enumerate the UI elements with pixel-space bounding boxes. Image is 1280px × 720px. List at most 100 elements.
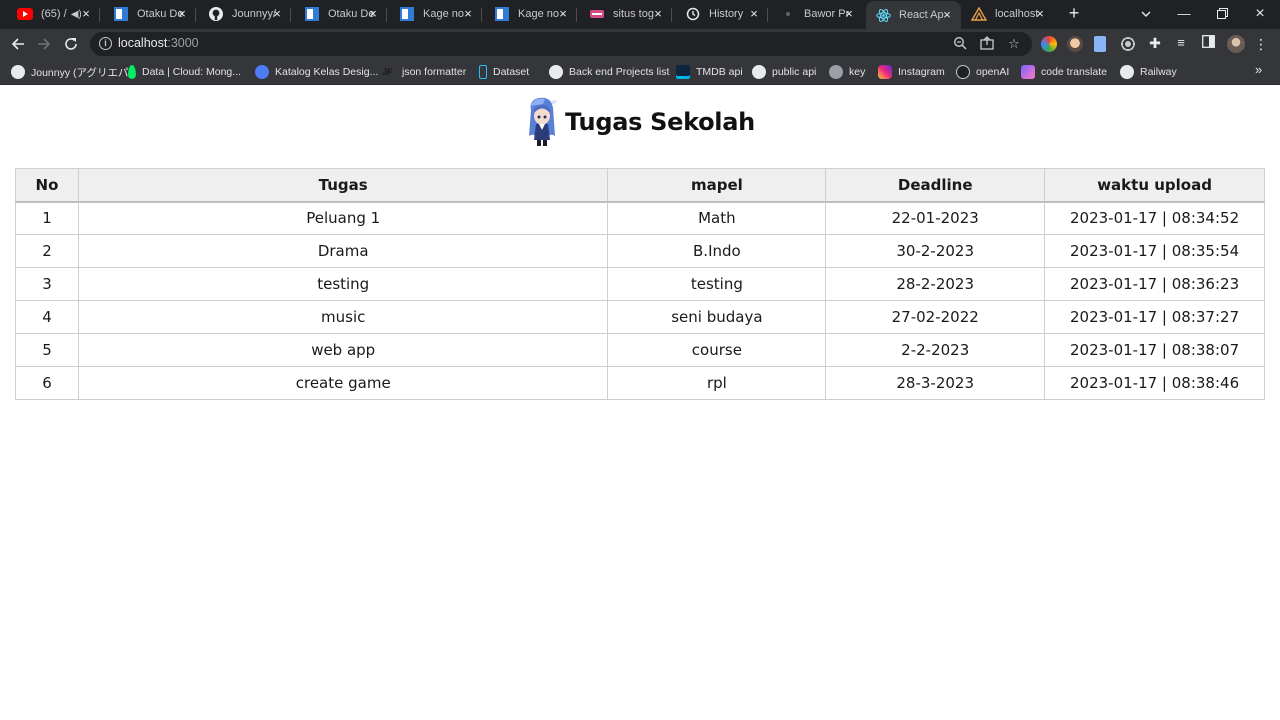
bookmark-item[interactable]: Instagram	[878, 64, 945, 80]
bookmark-label: public api	[772, 66, 817, 78]
bookmark-label: key	[849, 66, 866, 78]
bookmark-item[interactable]: openAI	[956, 64, 1009, 80]
tab-kage-no[interactable]: Kage no ×	[390, 0, 482, 28]
cell-upload: 2023-01-17 | 08:37:27	[1044, 300, 1265, 334]
share-icon[interactable]	[979, 36, 995, 52]
cell-no: 5	[15, 333, 79, 367]
tab-search-chevron-icon[interactable]	[1138, 6, 1154, 22]
side-panel-icon[interactable]	[1200, 35, 1216, 51]
close-tab-icon[interactable]: ×	[556, 7, 570, 21]
bookmark-label: code translate	[1041, 66, 1107, 78]
cell-no: 2	[15, 234, 79, 268]
tab-title: Kage no	[423, 8, 464, 20]
docs-extension-icon[interactable]	[1094, 36, 1106, 52]
media-control-icon[interactable]: ≡	[1173, 35, 1189, 51]
minimize-button[interactable]: —	[1174, 4, 1194, 24]
otakudesu-icon	[113, 6, 129, 22]
bookmark-label: TMDB api	[696, 66, 743, 78]
table-row: 1 Peluang 1 Math 22-01-2023 2023-01-17 |…	[15, 201, 1265, 235]
table-header-row: No Tugas mapel Deadline waktu upload	[15, 168, 1265, 203]
back-button[interactable]	[8, 34, 28, 54]
bookmark-label: openAI	[976, 66, 1010, 78]
close-window-button[interactable]: ×	[1250, 4, 1270, 24]
bookmark-item[interactable]: key	[829, 64, 865, 80]
new-tab-button[interactable]: +	[1064, 4, 1084, 24]
bookmark-item[interactable]: JF json formatter	[382, 64, 466, 80]
profile-avatar[interactable]	[1227, 35, 1245, 53]
target-extension-icon[interactable]	[1120, 36, 1136, 52]
bookmark-star-icon[interactable]: ☆	[1006, 36, 1022, 52]
extensions-puzzle-icon[interactable]: ✚	[1147, 35, 1163, 51]
tab-github[interactable]: Jounnyy/ ×	[199, 0, 291, 28]
bookmark-label: Instagram	[898, 66, 945, 78]
maximize-button[interactable]	[1212, 4, 1232, 24]
bookmark-item[interactable]: Back end Projects list	[549, 64, 669, 80]
address-bar[interactable]: i localhost:3000 ☆	[90, 32, 1032, 56]
tab-youtube[interactable]: (65) / ◀) ×	[8, 0, 100, 28]
tab-otakudesu-2[interactable]: Otaku De ×	[295, 0, 387, 28]
column-header-mapel: mapel	[607, 168, 827, 203]
close-tab-icon[interactable]: ×	[79, 7, 93, 21]
bookmark-item[interactable]: Jounnyy (アグリエパ)	[11, 64, 132, 80]
bookmark-label: Dataset	[493, 66, 530, 78]
close-tab-icon[interactable]: ×	[940, 8, 954, 22]
bookmark-item[interactable]: Data | Cloud: Mong...	[128, 64, 241, 80]
cell-mapel: testing	[607, 267, 827, 301]
otakudesu-icon	[304, 6, 320, 22]
tab-separator	[195, 8, 196, 22]
cell-mapel: Math	[607, 201, 827, 235]
tab-otakudesu[interactable]: Otaku De ×	[104, 0, 196, 28]
cell-tugas: web app	[77, 333, 609, 367]
cell-tugas: music	[77, 300, 609, 334]
color-picker-extension-icon[interactable]	[1041, 36, 1057, 52]
url-host: localhost	[118, 36, 168, 50]
address-url: localhost:3000	[118, 36, 199, 50]
tab-bawor[interactable]: Bawor Pr ×	[771, 0, 863, 28]
bookmark-item[interactable]: Railway	[1120, 64, 1177, 80]
bookmark-item[interactable]: Katalog Kelas Desig...	[255, 64, 378, 80]
close-tab-icon[interactable]: ×	[1033, 7, 1047, 21]
cell-mapel: course	[607, 333, 827, 367]
tab-title: situs tog	[613, 8, 654, 20]
tab-react-app[interactable]: React Ap ×	[866, 1, 961, 29]
close-tab-icon[interactable]: ×	[270, 7, 284, 21]
tab-separator	[576, 8, 577, 22]
github-icon	[549, 65, 563, 79]
github-icon	[11, 65, 25, 79]
tab-situs[interactable]: situs tog ×	[580, 0, 672, 28]
cell-tugas: Peluang 1	[77, 201, 609, 235]
bookmark-item[interactable]: Dataset	[479, 64, 529, 80]
cell-upload: 2023-01-17 | 08:38:46	[1044, 366, 1265, 400]
tab-localhost[interactable]: localhost ×	[962, 0, 1054, 28]
avatar-extension-icon[interactable]	[1067, 36, 1083, 52]
bookmark-label: Railway	[1140, 66, 1177, 78]
close-tab-icon[interactable]: ×	[461, 7, 475, 21]
close-tab-icon[interactable]: ×	[747, 7, 761, 21]
tab-title: React Ap	[899, 9, 944, 21]
otakudesu-icon	[494, 6, 510, 22]
cell-tugas: Drama	[77, 234, 609, 268]
tab-history[interactable]: History ×	[676, 0, 768, 28]
close-tab-icon[interactable]: ×	[366, 7, 380, 21]
close-tab-icon[interactable]: ×	[842, 7, 856, 21]
forward-button[interactable]	[34, 34, 54, 54]
browser-menu-icon[interactable]: ⋮	[1254, 34, 1268, 54]
key-icon	[829, 65, 843, 79]
cell-upload: 2023-01-17 | 08:35:54	[1044, 234, 1265, 268]
reload-button[interactable]	[61, 34, 81, 54]
zoom-icon[interactable]	[952, 36, 968, 52]
site-info-icon[interactable]: i	[99, 37, 112, 50]
close-tab-icon[interactable]: ×	[651, 7, 665, 21]
bookmark-item[interactable]: code translate	[1021, 64, 1107, 80]
bookmark-item[interactable]: public api	[752, 64, 816, 80]
cell-no: 3	[15, 267, 79, 301]
tab-title: History	[709, 8, 744, 20]
tab-kage-no-2[interactable]: Kage no ×	[485, 0, 577, 28]
more-bookmarks-icon[interactable]: »	[1255, 62, 1262, 77]
railway-icon	[1120, 65, 1134, 79]
tab-title: Kage no	[518, 8, 559, 20]
bookmark-item[interactable]: TMDB api	[676, 64, 743, 80]
close-tab-icon[interactable]: ×	[175, 7, 189, 21]
cell-mapel: B.Indo	[607, 234, 827, 268]
site-icon	[780, 6, 796, 22]
